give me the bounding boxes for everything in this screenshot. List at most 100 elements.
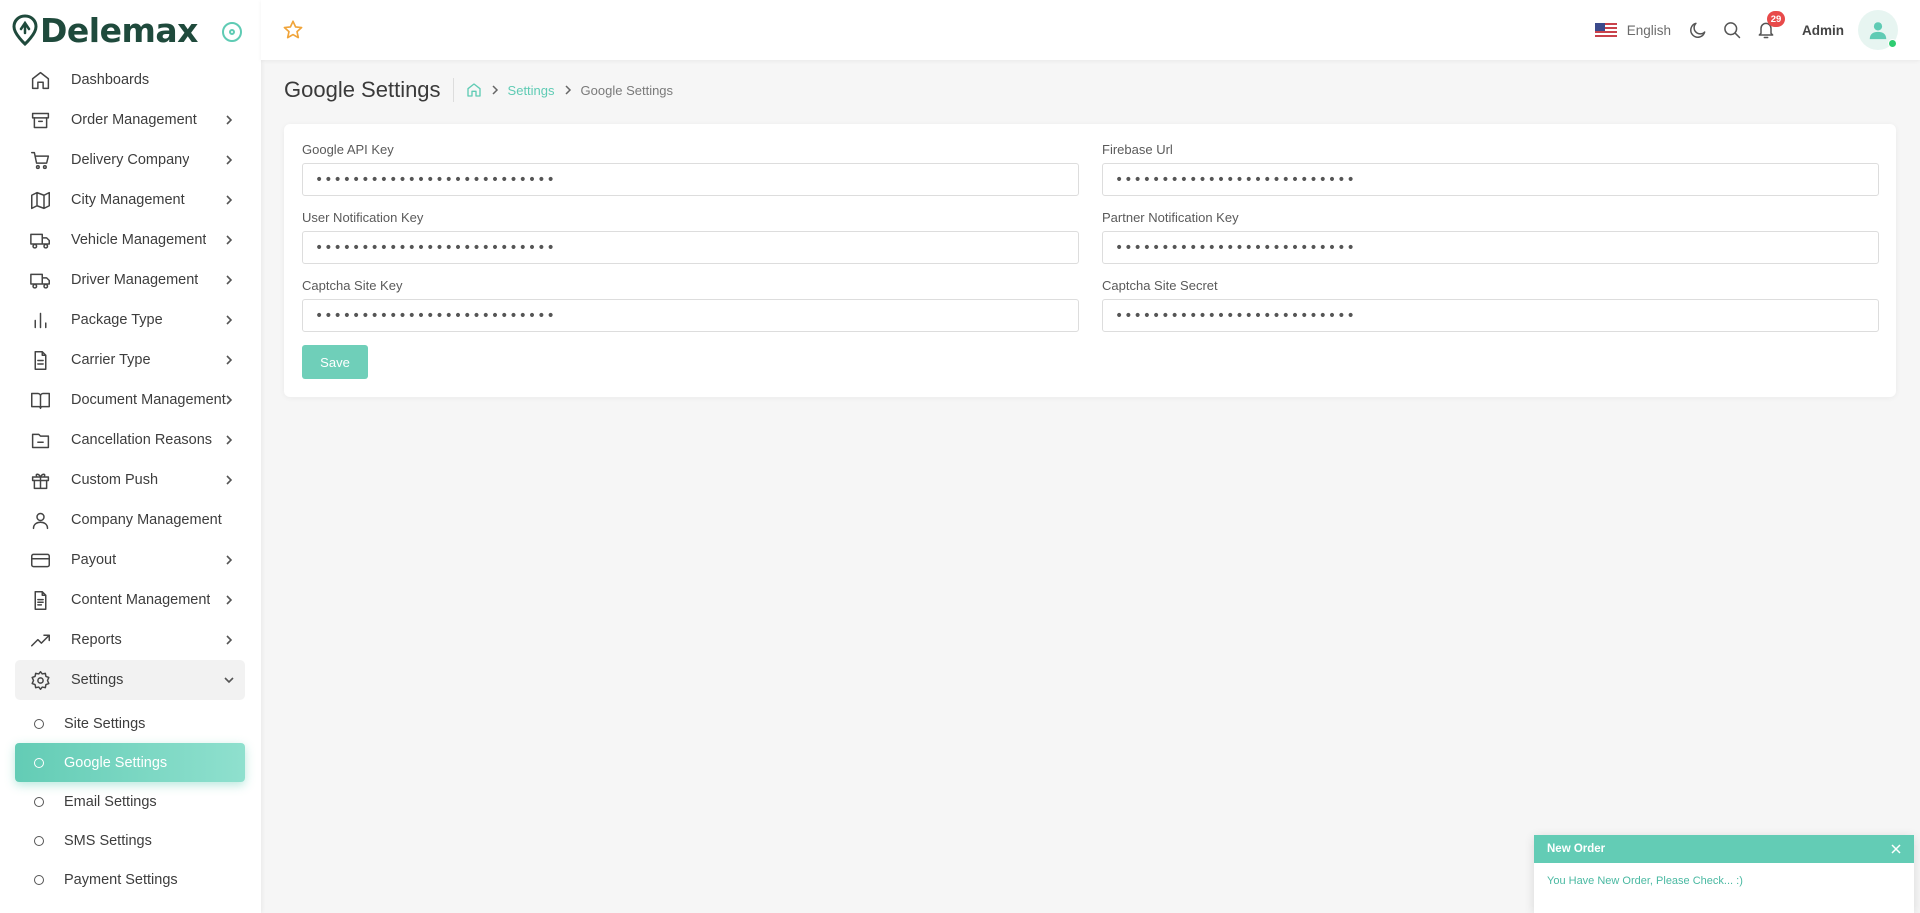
chevron-right-icon — [565, 85, 571, 95]
sidebar-item-content-management[interactable]: Content Management — [15, 580, 245, 620]
page-heading: Google Settings Settings Google Settings — [284, 72, 673, 108]
sidebar-item-reports[interactable]: Reports — [15, 620, 245, 660]
circle-icon — [34, 874, 44, 885]
sidebar-item-document-management[interactable]: Document Management — [15, 380, 245, 420]
cart-icon — [29, 149, 51, 171]
circle-icon — [34, 835, 44, 846]
sidebar-item-settings[interactable]: Settings — [15, 660, 245, 700]
moon-icon[interactable] — [1688, 20, 1708, 40]
chevron-right-icon — [223, 274, 235, 286]
online-status-dot — [1888, 39, 1897, 48]
google-api-key-input[interactable] — [302, 163, 1079, 196]
toast-title: New Order — [1547, 843, 1606, 855]
gift-icon — [29, 469, 51, 491]
sidebar-item-custom-push[interactable]: Custom Push — [15, 460, 245, 500]
toast-header: New Order — [1534, 835, 1914, 863]
field-label: Google API Key — [302, 142, 394, 157]
captcha-site-key-input[interactable] — [302, 299, 1079, 332]
sidebar-item-dashboards[interactable]: Dashboards — [15, 60, 245, 100]
sidebar-item-label: Payout — [71, 552, 117, 568]
sidebar-subitem-email-settings[interactable]: Email Settings — [15, 782, 245, 821]
toast-message[interactable]: You Have New Order, Please Check... :) — [1534, 863, 1914, 899]
sidebar-item-label: Order Management — [71, 112, 197, 128]
header-actions: English 29 Admin — [1594, 0, 1898, 60]
sidebar-item-label: Carrier Type — [71, 352, 151, 368]
circle-icon — [34, 757, 44, 768]
chevron-right-icon — [223, 434, 235, 446]
chevron-right-icon — [223, 354, 235, 366]
us-flag-icon — [1594, 22, 1617, 38]
avatar[interactable] — [1858, 10, 1898, 50]
sidebar-item-package-type[interactable]: Package Type — [15, 300, 245, 340]
chevron-right-icon — [223, 474, 235, 486]
chevron-right-icon — [223, 554, 235, 566]
sidebar-item-label: Document Management — [71, 392, 226, 408]
sidebar-item-label: Delivery Company — [71, 152, 190, 168]
sidebar-item-label: Settings — [71, 672, 124, 688]
chevron-down-icon — [223, 674, 235, 686]
home-icon[interactable] — [466, 82, 482, 98]
field-label: Firebase Url — [1102, 142, 1173, 157]
sidebar-item-order-management[interactable]: Order Management — [15, 100, 245, 140]
sidebar-subitem-label: Email Settings — [64, 793, 157, 810]
sidebar-item-payout[interactable]: Payout — [15, 540, 245, 580]
sidebar-item-cancellation-reasons[interactable]: Cancellation Reasons — [15, 420, 245, 460]
sidebar-subitem-label: Payment Settings — [64, 871, 178, 888]
sidebar-toggle-button[interactable] — [222, 22, 242, 42]
sidebar-subitem-google-settings[interactable]: Google Settings — [15, 743, 245, 782]
sidebar-item-label: Cancellation Reasons — [71, 432, 213, 448]
sidebar-subitem-label: SMS Settings — [64, 832, 152, 849]
sidebar-item-carrier-type[interactable]: Carrier Type — [15, 340, 245, 380]
sidebar-item-label: City Management — [71, 192, 185, 208]
divider — [452, 78, 454, 102]
truck-icon — [29, 229, 51, 251]
firebase-url-input[interactable] — [1102, 163, 1879, 196]
notification-badge: 29 — [1767, 11, 1785, 27]
star-icon[interactable] — [282, 19, 304, 41]
home-icon — [29, 69, 51, 91]
sidebar-subitem-label: Google Settings — [64, 754, 168, 771]
logo[interactable]: Delemax — [0, 0, 261, 60]
user-notification-key-input[interactable] — [302, 231, 1079, 264]
circle-icon — [34, 796, 44, 807]
chevron-right-icon — [223, 114, 235, 126]
top-header: English 29 Admin — [261, 0, 1920, 60]
captcha-site-secret-input[interactable] — [1102, 299, 1879, 332]
bell-icon[interactable]: 29 — [1756, 11, 1785, 40]
user-name[interactable]: Admin — [1802, 23, 1844, 38]
brand-name: Delemax — [40, 10, 198, 50]
sidebar-item-city-management[interactable]: City Management — [15, 180, 245, 220]
close-icon[interactable] — [1890, 843, 1902, 855]
partner-notification-key-input[interactable] — [1102, 231, 1879, 264]
sidebar-subitem-sms-settings[interactable]: SMS Settings — [15, 821, 245, 860]
sidebar-item-label: Custom Push — [71, 472, 159, 488]
breadcrumb-settings-link[interactable]: Settings — [508, 83, 555, 98]
chevron-right-icon — [223, 194, 235, 206]
firebase-url-field: Firebase Url — [1102, 142, 1879, 196]
sidebar-item-label: Dashboards — [71, 72, 150, 88]
save-button[interactable]: Save — [302, 345, 368, 379]
partner-notification-key-field: Partner Notification Key — [1102, 210, 1879, 264]
user-icon — [29, 509, 51, 531]
chevron-right-icon — [223, 634, 235, 646]
book-icon — [29, 389, 51, 411]
language-selector[interactable]: English — [1627, 23, 1671, 38]
search-icon[interactable] — [1722, 20, 1742, 40]
sidebar-item-driver-management[interactable]: Driver Management — [15, 260, 245, 300]
google-api-key-field: Google API Key — [302, 142, 1079, 196]
sidebar-item-vehicle-management[interactable]: Vehicle Management — [15, 220, 245, 260]
field-label: Partner Notification Key — [1102, 210, 1239, 225]
breadcrumb-current: Google Settings — [580, 82, 674, 98]
file-icon — [29, 349, 51, 371]
sidebar-subitem-site-settings[interactable]: Site Settings — [15, 704, 245, 743]
sidebar-subitem-label: Site Settings — [64, 715, 146, 732]
sidebar-subitem-payment-settings[interactable]: Payment Settings — [15, 860, 245, 899]
circle-icon — [34, 718, 44, 729]
sidebar-item-company-management[interactable]: Company Management — [15, 500, 245, 540]
chevron-right-icon — [223, 594, 235, 606]
field-label: Captcha Site Secret — [1102, 278, 1218, 293]
sidebar-item-delivery-company[interactable]: Delivery Company — [15, 140, 245, 180]
truck-icon — [29, 269, 51, 291]
chevron-right-icon — [223, 394, 235, 406]
user-notification-key-field: User Notification Key — [302, 210, 1079, 264]
